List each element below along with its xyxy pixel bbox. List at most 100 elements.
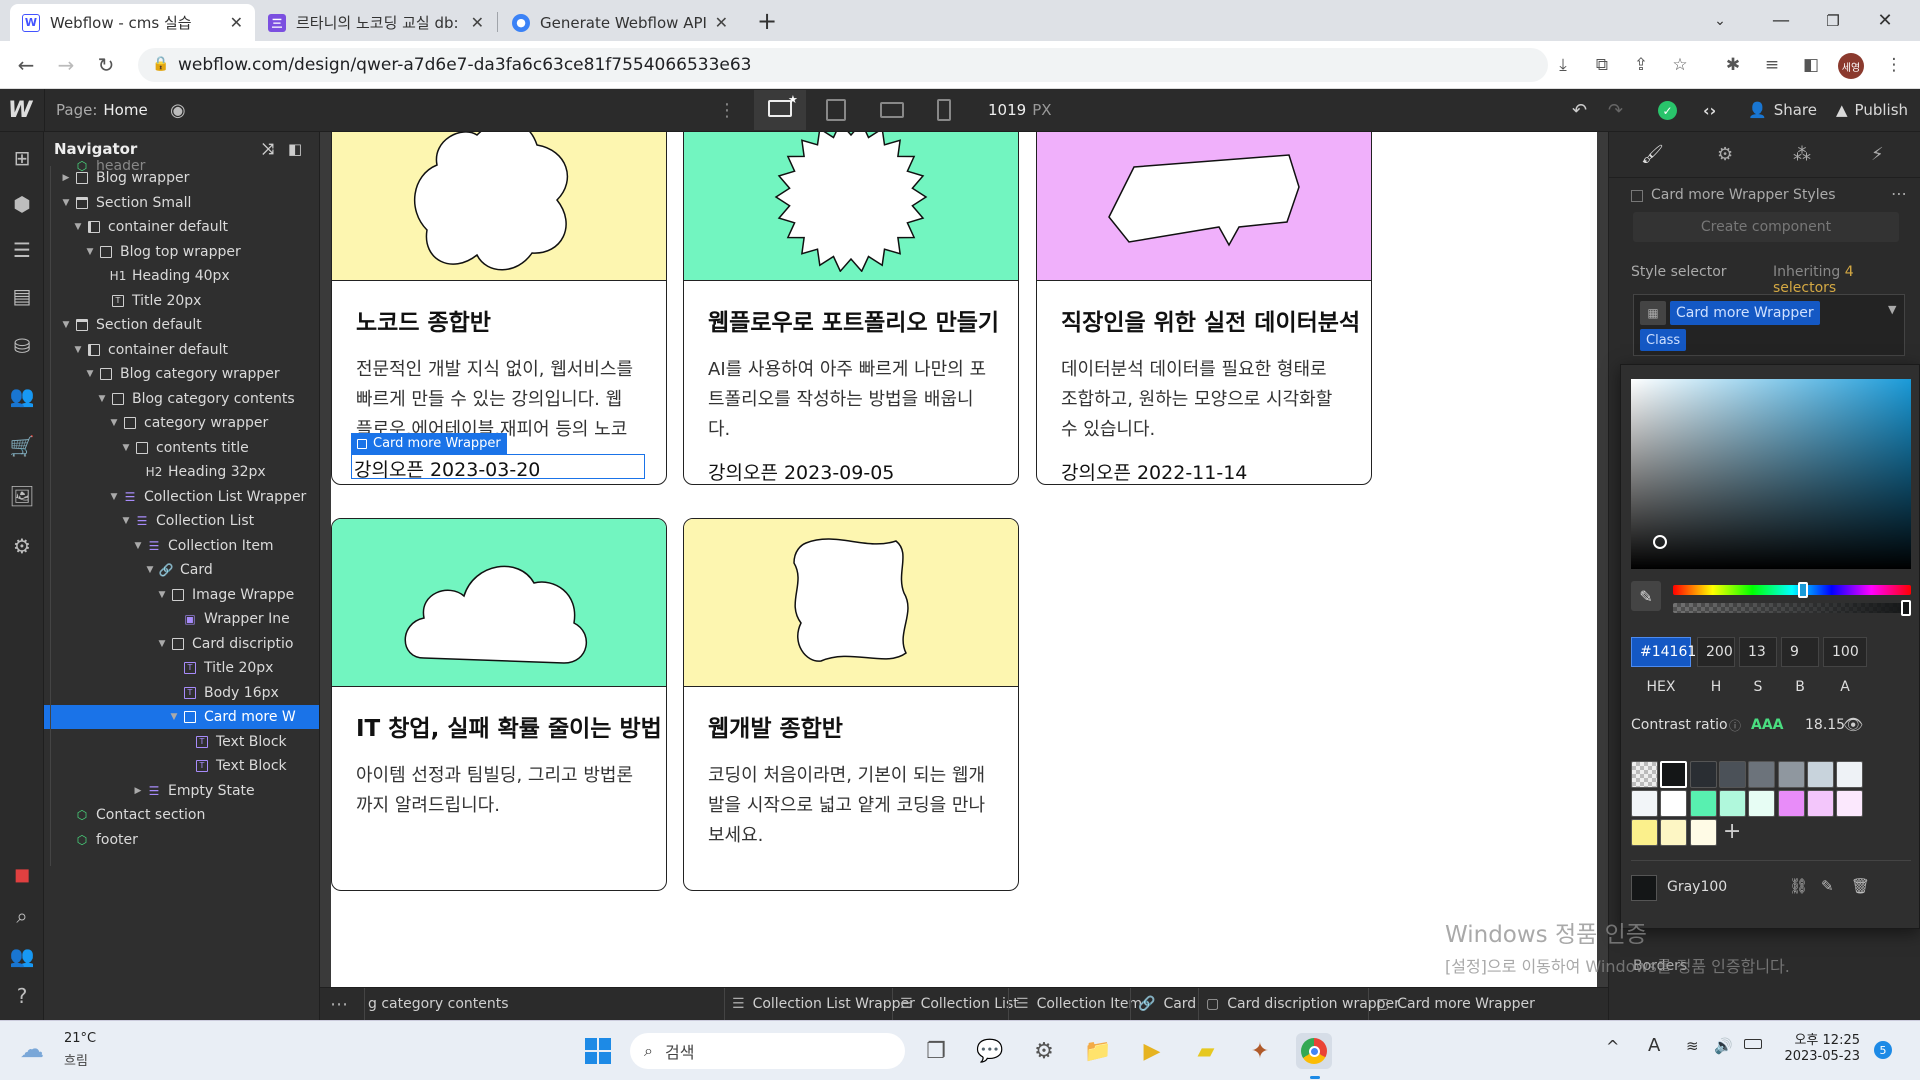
info-icon[interactable]: ⓘ xyxy=(1729,717,1741,734)
reload-icon[interactable]: ↻ xyxy=(90,49,122,81)
delete-trash-icon[interactable]: 🗑 xyxy=(1851,877,1870,895)
expand-toggle-icon[interactable]: ▼ xyxy=(156,590,168,600)
symbols-cube-icon[interactable]: ⬢ xyxy=(8,190,36,218)
color-swatch[interactable] xyxy=(1718,790,1746,817)
color-cursor-handle[interactable] xyxy=(1653,535,1667,549)
navigator-item[interactable]: ▼ ☰ Collection List xyxy=(44,509,319,533)
volume-icon[interactable]: 🔊 xyxy=(1714,1037,1733,1055)
redo-icon[interactable]: ↷ xyxy=(1608,89,1623,131)
expand-toggle-icon[interactable]: ▼ xyxy=(120,443,132,453)
teams-chat-icon[interactable]: 💬 xyxy=(972,1033,1008,1069)
breadcrumb-item[interactable]: g category contents xyxy=(368,988,509,1020)
brightness-input[interactable]: 9 xyxy=(1781,637,1819,667)
color-swatch[interactable] xyxy=(1660,819,1688,846)
back-arrow-icon[interactable]: ← xyxy=(10,49,42,81)
color-swatch[interactable] xyxy=(1836,790,1864,817)
hue-slider-handle[interactable] xyxy=(1798,582,1808,598)
navigator-item[interactable]: T Title 20px xyxy=(44,656,319,680)
help-icon[interactable]: ? xyxy=(8,982,36,1010)
notification-badge[interactable]: 5 xyxy=(1874,1041,1892,1059)
class-chip[interactable]: Class xyxy=(1640,329,1687,351)
new-tab-plus-icon[interactable]: + xyxy=(752,6,782,36)
start-windows-icon[interactable] xyxy=(580,1033,616,1069)
app-icon[interactable]: ✦ xyxy=(1242,1033,1278,1069)
alpha-slider[interactable] xyxy=(1673,600,1911,616)
install-app-icon[interactable]: ⤓ xyxy=(1551,53,1575,77)
color-swatch[interactable] xyxy=(1660,761,1688,788)
expand-toggle-icon[interactable]: ▼ xyxy=(72,222,84,232)
alpha-input[interactable]: 100 xyxy=(1823,637,1867,667)
weather-cloud-icon[interactable]: ☁ xyxy=(20,1035,44,1063)
visibility-eye-icon[interactable]: 👁 xyxy=(1843,715,1863,734)
navigator-item[interactable]: T Body 16px xyxy=(44,681,319,705)
browser-menu-icon[interactable]: ⋮ xyxy=(1882,53,1906,77)
navigator-item[interactable]: ▼ container default xyxy=(44,338,319,362)
course-card[interactable]: 웹개발 종합반 코딩이 처음이라면, 기본이 되는 웹개발을 시작으로 넓고 얕게… xyxy=(683,518,1019,891)
navigator-item[interactable]: ▼ Blog top wrapper xyxy=(44,240,319,264)
close-icon[interactable]: ✕ xyxy=(715,13,728,32)
pages-icon[interactable]: ▤ xyxy=(8,282,36,310)
navigator-icon[interactable]: ☰ xyxy=(8,236,36,264)
profile-avatar[interactable]: 세영 xyxy=(1838,53,1864,79)
color-swatch[interactable] xyxy=(1748,790,1776,817)
color-swatch[interactable] xyxy=(1689,790,1717,817)
battery-icon[interactable] xyxy=(1744,1039,1762,1049)
chrome-browser-icon[interactable] xyxy=(1296,1033,1332,1069)
audit-record-icon[interactable]: ◼ xyxy=(8,860,36,888)
code-export-icon[interactable]: ‹› xyxy=(1703,89,1716,131)
navigator-item[interactable]: ▣ Wrapper Ine xyxy=(44,607,319,631)
close-icon[interactable]: ✕ xyxy=(230,13,243,32)
collapse-all-icon[interactable]: ⤨ xyxy=(262,140,274,158)
settings-app-icon[interactable]: ⚙ xyxy=(1026,1033,1062,1069)
style-brush-icon[interactable]: 🖌 xyxy=(1641,144,1664,165)
color-swatch[interactable] xyxy=(1748,761,1776,788)
weather-temperature[interactable]: 21°C xyxy=(64,1031,96,1046)
color-swatch[interactable] xyxy=(1806,761,1834,788)
navigator-item[interactable]: ▼ ☰ Collection Item xyxy=(44,534,319,558)
expand-toggle-icon[interactable]: ▼ xyxy=(156,639,168,649)
color-swatch[interactable] xyxy=(1806,790,1834,817)
publish-button[interactable]: ▲ Publish xyxy=(1836,89,1908,131)
undo-icon[interactable]: ↶ xyxy=(1572,89,1587,131)
restore-icon[interactable]: ❐ xyxy=(1810,0,1856,41)
bookmark-star-icon[interactable]: ☆ xyxy=(1668,53,1692,77)
navigator-item[interactable]: ▶ Blog wrapper xyxy=(44,166,319,190)
translate-icon[interactable]: ⧉ xyxy=(1590,53,1614,77)
breadcrumb-more-icon[interactable]: ⋯ xyxy=(330,988,348,1020)
forward-arrow-icon[interactable]: → xyxy=(50,49,82,81)
navigator-item[interactable]: ▼ ☰ Collection List Wrapper xyxy=(44,485,319,509)
style-selector-field[interactable]: ▦ Card more Wrapper ▼ Class xyxy=(1633,294,1905,356)
breadcrumb-item[interactable]: ☰ Collection List xyxy=(900,988,1019,1020)
interactions-bolt-icon[interactable]: ⚡ xyxy=(1871,144,1884,165)
breadcrumb-item[interactable]: ▢ Card discription wrapper xyxy=(1206,988,1400,1020)
navigator-item[interactable]: T Title 20px xyxy=(44,289,319,313)
detach-swatch-icon[interactable]: ⛓ xyxy=(1789,877,1808,895)
breakpoint-mobile-icon[interactable] xyxy=(937,99,951,121)
borders-section-label[interactable]: Borders xyxy=(1633,958,1687,974)
breakpoint-tablet-icon[interactable] xyxy=(826,99,846,121)
expand-toggle-icon[interactable]: ▼ xyxy=(144,565,156,575)
expand-toggle-icon[interactable]: ▼ xyxy=(108,492,120,502)
color-swatch[interactable] xyxy=(1660,790,1688,817)
expand-toggle-icon[interactable]: ▼ xyxy=(168,712,180,722)
navigator-item[interactable]: T Text Block xyxy=(44,754,319,778)
navigator-item[interactable]: ▼ container default xyxy=(44,215,319,239)
share-page-icon[interactable]: ⇪ xyxy=(1629,53,1653,77)
navigator-item[interactable]: ▼ Image Wrappe xyxy=(44,583,319,607)
ime-indicator[interactable]: A xyxy=(1648,1035,1660,1056)
breadcrumb-item[interactable]: ☰ Collection Item xyxy=(1016,988,1142,1020)
selector-chip[interactable]: Card more Wrapper xyxy=(1670,301,1820,325)
url-field[interactable]: 🔒 webflow.com/design/qwer-a7d6e7-da3fa6c… xyxy=(138,48,1548,82)
saturation-input[interactable]: 13 xyxy=(1739,637,1777,667)
navigator-item[interactable]: ▼ contents title xyxy=(44,436,319,460)
color-swatch[interactable] xyxy=(1836,761,1864,788)
navigator-item[interactable]: ▼ 🔗 Card xyxy=(44,558,319,582)
add-swatch-plus-icon[interactable]: + xyxy=(1723,819,1741,844)
navigator-item[interactable]: ▼ Section Small xyxy=(44,191,319,215)
expand-toggle-icon[interactable]: ▼ xyxy=(60,198,72,208)
close-icon[interactable]: ✕ xyxy=(471,13,484,32)
collaborators-icon[interactable]: 👥 xyxy=(8,942,36,970)
add-panel-icon[interactable]: ⊞ xyxy=(8,144,36,172)
task-view-icon[interactable]: ❐ xyxy=(918,1033,954,1069)
wifi-icon[interactable]: ≋ xyxy=(1686,1037,1699,1055)
